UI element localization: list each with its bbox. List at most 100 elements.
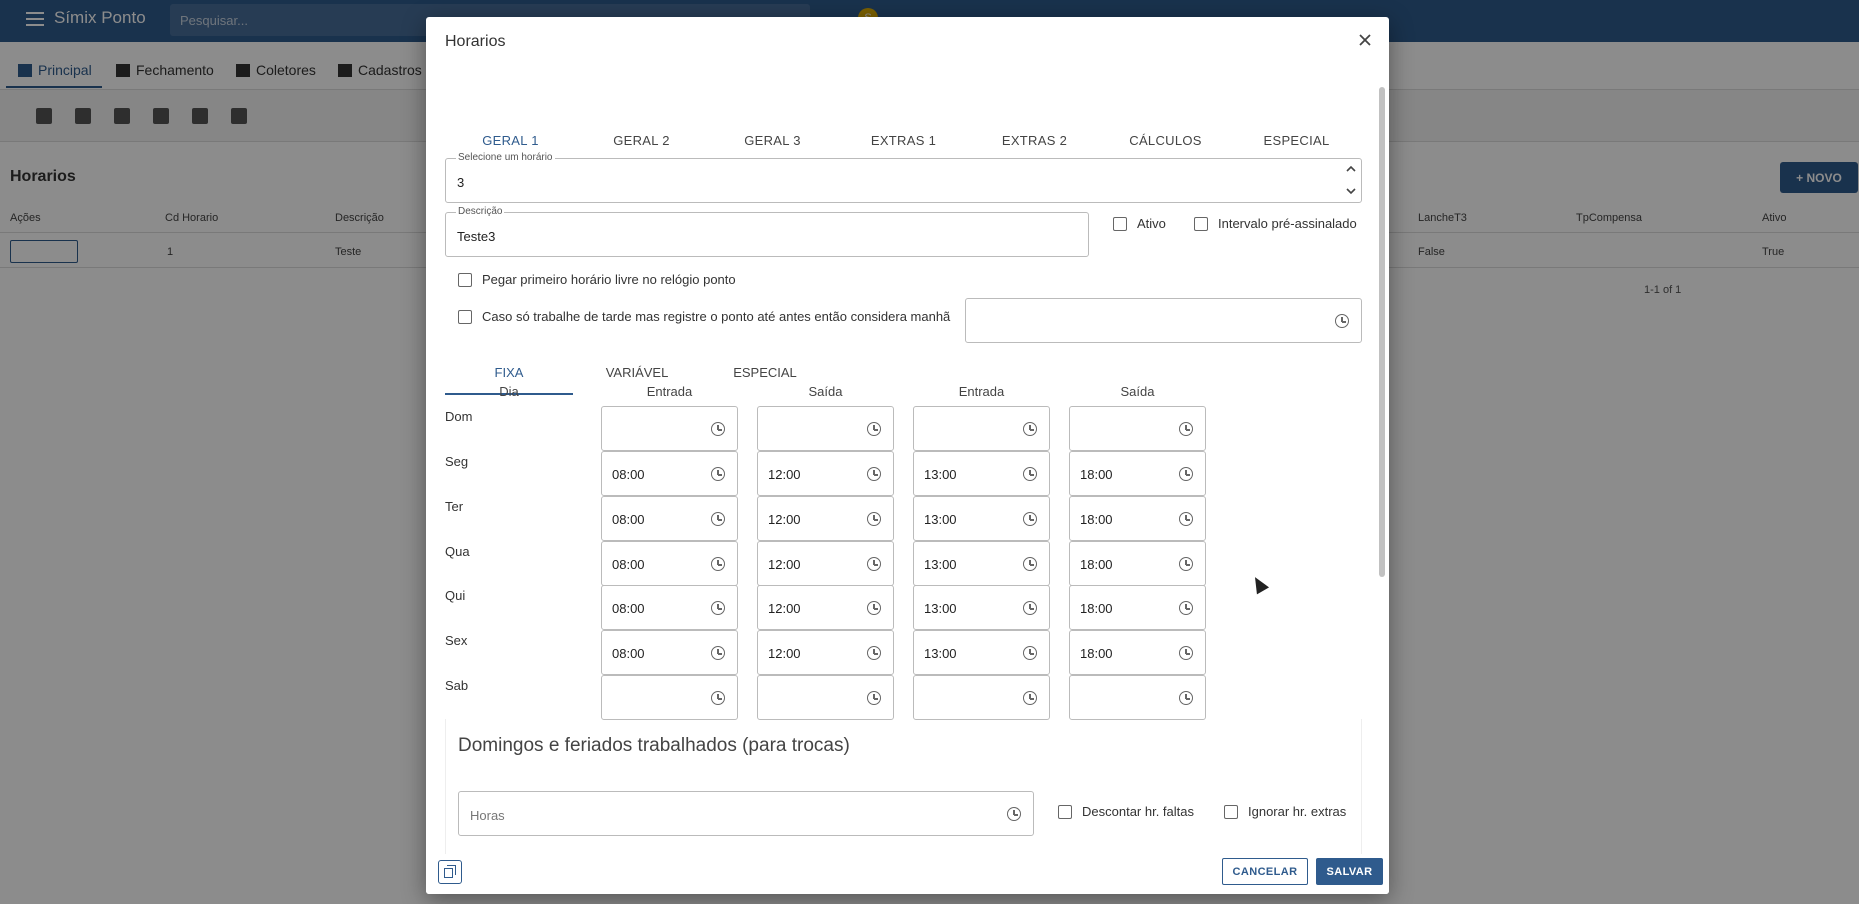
time-input[interactable]: 08:00 — [601, 585, 738, 630]
time-value: 08:00 — [612, 512, 645, 527]
cancel-button[interactable]: CANCELAR — [1222, 858, 1308, 885]
horario-select-label: Selecione um horário — [456, 152, 555, 163]
clock-icon[interactable] — [1023, 691, 1037, 705]
time-input[interactable]: 08:00 — [601, 541, 738, 586]
pegar-primeiro-checkbox[interactable]: Pegar primeiro horário livre no relógio … — [458, 272, 736, 287]
time-input[interactable]: 12:00 — [757, 451, 894, 496]
caso-tarde-checkbox[interactable]: Caso só trabalhe de tarde mas registre o… — [458, 309, 950, 324]
time-input[interactable]: 12:00 — [757, 585, 894, 630]
clock-icon[interactable] — [867, 512, 881, 526]
horario-select[interactable]: Selecione um horário 3 — [445, 152, 1362, 203]
clock-icon[interactable] — [711, 646, 725, 660]
day-label: Dom — [445, 409, 473, 424]
clock-icon[interactable] — [1335, 314, 1349, 328]
chevron-down-icon[interactable] — [1345, 185, 1357, 197]
time-input[interactable]: 13:00 — [913, 630, 1050, 675]
clock-icon[interactable] — [1023, 646, 1037, 660]
clock-icon[interactable] — [1023, 557, 1037, 571]
descricao-field[interactable]: Descrição Teste3 — [445, 206, 1089, 257]
time-input[interactable] — [757, 406, 894, 451]
time-input[interactable] — [601, 675, 738, 720]
clock-icon[interactable] — [1023, 422, 1037, 436]
clock-icon[interactable] — [711, 422, 725, 436]
clock-icon[interactable] — [867, 601, 881, 615]
ativo-checkbox[interactable]: Ativo — [1113, 216, 1166, 231]
dialog-scrollbar[interactable] — [1379, 87, 1385, 577]
time-input[interactable]: 08:00 — [601, 630, 738, 675]
time-input[interactable]: 12:00 — [757, 541, 894, 586]
checkbox-box[interactable] — [458, 309, 472, 324]
time-input[interactable]: 12:00 — [757, 630, 894, 675]
time-value: 18:00 — [1080, 601, 1113, 616]
clock-icon[interactable] — [867, 422, 881, 436]
time-input[interactable]: 13:00 — [913, 585, 1050, 630]
time-input[interactable]: 08:00 — [601, 451, 738, 496]
clock-icon[interactable] — [867, 646, 881, 660]
time-input[interactable]: 18:00 — [1069, 451, 1206, 496]
clock-icon[interactable] — [1179, 646, 1193, 660]
time-input[interactable]: 13:00 — [913, 451, 1050, 496]
clock-icon[interactable] — [1007, 807, 1021, 821]
time-input[interactable] — [913, 675, 1050, 720]
clock-icon[interactable] — [1179, 601, 1193, 615]
clock-icon[interactable] — [1023, 512, 1037, 526]
checkbox-box[interactable] — [1113, 216, 1127, 231]
clock-icon[interactable] — [711, 601, 725, 615]
clock-icon[interactable] — [1023, 601, 1037, 615]
clock-icon[interactable] — [711, 512, 725, 526]
time-input[interactable] — [1069, 406, 1206, 451]
checkbox-box[interactable] — [1224, 804, 1238, 819]
clock-icon[interactable] — [711, 557, 725, 571]
time-input[interactable]: 08:00 — [601, 496, 738, 541]
clock-icon[interactable] — [1179, 691, 1193, 705]
clock-icon[interactable] — [1179, 422, 1193, 436]
descontar-checkbox[interactable]: Descontar hr. faltas — [1058, 804, 1194, 819]
clock-icon[interactable] — [711, 467, 725, 481]
horas-input[interactable]: Horas — [458, 791, 1034, 836]
time-input[interactable] — [913, 406, 1050, 451]
time-input[interactable] — [757, 675, 894, 720]
checkbox-box[interactable] — [458, 272, 472, 287]
clock-icon[interactable] — [867, 691, 881, 705]
clock-icon[interactable] — [1179, 467, 1193, 481]
time-input[interactable] — [601, 406, 738, 451]
time-input[interactable]: 13:00 — [913, 496, 1050, 541]
time-value: 08:00 — [612, 601, 645, 616]
checkbox-label: Descontar hr. faltas — [1082, 804, 1194, 819]
close-icon[interactable] — [1355, 30, 1375, 50]
time-value: 12:00 — [768, 557, 801, 572]
clock-icon[interactable] — [711, 691, 725, 705]
time-input[interactable]: 18:00 — [1069, 585, 1206, 630]
ignorar-checkbox[interactable]: Ignorar hr. extras — [1224, 804, 1346, 819]
copy-icon[interactable] — [438, 860, 462, 884]
time-input[interactable] — [1069, 675, 1206, 720]
horas-placeholder: Horas — [470, 808, 505, 823]
col-header-entrada: Entrada — [958, 384, 1005, 399]
day-label: Qua — [445, 544, 470, 559]
checkbox-box[interactable] — [1058, 804, 1072, 819]
clock-icon[interactable] — [1179, 512, 1193, 526]
checkbox-label: Intervalo pré-assinalado — [1218, 216, 1357, 231]
horarios-dialog: Horarios GERAL 1 GERAL 2 GERAL 3 EXTRAS … — [426, 17, 1389, 894]
clock-icon[interactable] — [867, 557, 881, 571]
intervalo-checkbox[interactable]: Intervalo pré-assinalado — [1194, 216, 1357, 231]
checkbox-label: Ativo — [1137, 216, 1166, 231]
col-header-saida: Saída — [808, 384, 843, 399]
time-input[interactable]: 18:00 — [1069, 541, 1206, 586]
descricao-label: Descrição — [456, 206, 505, 217]
clock-icon[interactable] — [1023, 467, 1037, 481]
time-value: 08:00 — [612, 557, 645, 572]
descricao-value: Teste3 — [457, 229, 496, 244]
time-input[interactable]: 18:00 — [1069, 630, 1206, 675]
chevron-up-icon[interactable] — [1345, 163, 1357, 175]
save-button[interactable]: SALVAR — [1316, 858, 1383, 885]
time-input[interactable]: 12:00 — [757, 496, 894, 541]
time-input[interactable]: 18:00 — [1069, 496, 1206, 541]
time-input[interactable]: 13:00 — [913, 541, 1050, 586]
clock-icon[interactable] — [867, 467, 881, 481]
checkbox-box[interactable] — [1194, 216, 1208, 231]
section-title: Domingos e feriados trabalhados (para tr… — [458, 735, 850, 756]
day-label: Sex — [445, 633, 468, 648]
caso-tarde-time-input[interactable] — [965, 298, 1362, 343]
clock-icon[interactable] — [1179, 557, 1193, 571]
